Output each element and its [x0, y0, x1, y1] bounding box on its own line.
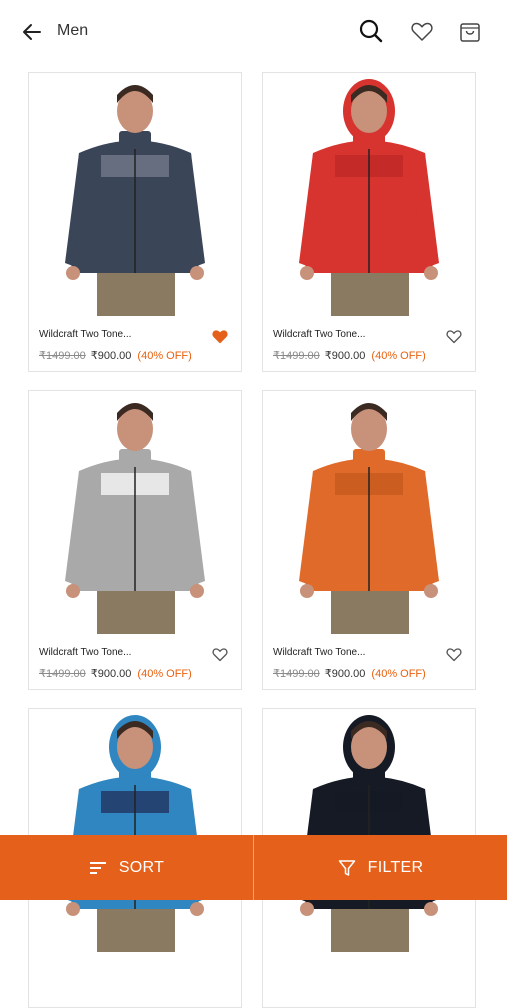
product-image — [263, 391, 475, 634]
discount-label: (40% OFF) — [371, 668, 426, 680]
discount-label: (40% OFF) — [137, 668, 192, 680]
discount-label: (40% OFF) — [137, 350, 192, 362]
sort-icon — [89, 861, 106, 874]
product-image — [29, 709, 241, 952]
sort-label: SORT — [118, 858, 165, 876]
wishlist-heart-icon[interactable] — [211, 645, 229, 663]
mrp-price: ₹1499.00 — [273, 668, 320, 680]
shopping-bag-icon[interactable] — [457, 18, 483, 44]
wishlist-heart-icon[interactable] — [445, 645, 463, 663]
filter-label: FILTER — [367, 858, 424, 876]
sort-filter-bar: SORT FILTER — [0, 835, 507, 900]
wishlist-heart-icon[interactable] — [409, 18, 435, 44]
search-icon[interactable] — [358, 18, 384, 44]
discount-label: (40% OFF) — [371, 350, 426, 362]
page-title: Men — [57, 22, 89, 39]
product-image — [29, 73, 241, 316]
selling-price: ₹900.00 — [90, 350, 132, 362]
product-name: Wildcraft Two Tone... — [39, 329, 132, 340]
back-arrow-icon[interactable] — [20, 20, 44, 44]
product-price: ₹1499.00 ₹900.00 (40% OFF) — [273, 667, 426, 680]
filter-button[interactable]: FILTER — [254, 835, 507, 900]
sort-button[interactable]: SORT — [0, 835, 253, 900]
product-image — [263, 73, 475, 316]
mrp-price: ₹1499.00 — [273, 350, 320, 362]
product-card[interactable]: Wildcraft Two Tone... ₹1499.00 ₹900.00 (40%… — [262, 72, 476, 372]
wishlist-heart-icon[interactable] — [211, 327, 229, 345]
product-price: ₹1499.00 ₹900.00 (40% OFF) — [39, 349, 192, 362]
filter-icon — [338, 859, 355, 876]
product-image — [29, 391, 241, 634]
wishlist-heart-icon[interactable] — [445, 327, 463, 345]
product-card[interactable]: Wildcraft Two Tone... ₹1499.00 ₹900.00 (40%… — [28, 72, 242, 372]
selling-price: ₹900.00 — [324, 668, 366, 680]
product-price: ₹1499.00 ₹900.00 (40% OFF) — [273, 349, 426, 362]
product-card[interactable]: Wildcraft Two Tone... ₹1499.00 ₹900.00 (40%… — [28, 390, 242, 690]
product-name: Wildcraft Two Tone... — [273, 329, 366, 340]
selling-price: ₹900.00 — [324, 350, 366, 362]
product-name: Wildcraft Two Tone... — [39, 647, 132, 658]
product-name: Wildcraft Two Tone... — [273, 647, 366, 658]
selling-price: ₹900.00 — [90, 668, 132, 680]
mrp-price: ₹1499.00 — [39, 350, 86, 362]
mrp-price: ₹1499.00 — [39, 668, 86, 680]
product-card[interactable]: Wildcraft Two Tone... ₹1499.00 ₹900.00 (40%… — [262, 390, 476, 690]
product-price: ₹1499.00 ₹900.00 (40% OFF) — [39, 667, 192, 680]
top-bar: Men — [0, 0, 507, 64]
product-image — [263, 709, 475, 952]
